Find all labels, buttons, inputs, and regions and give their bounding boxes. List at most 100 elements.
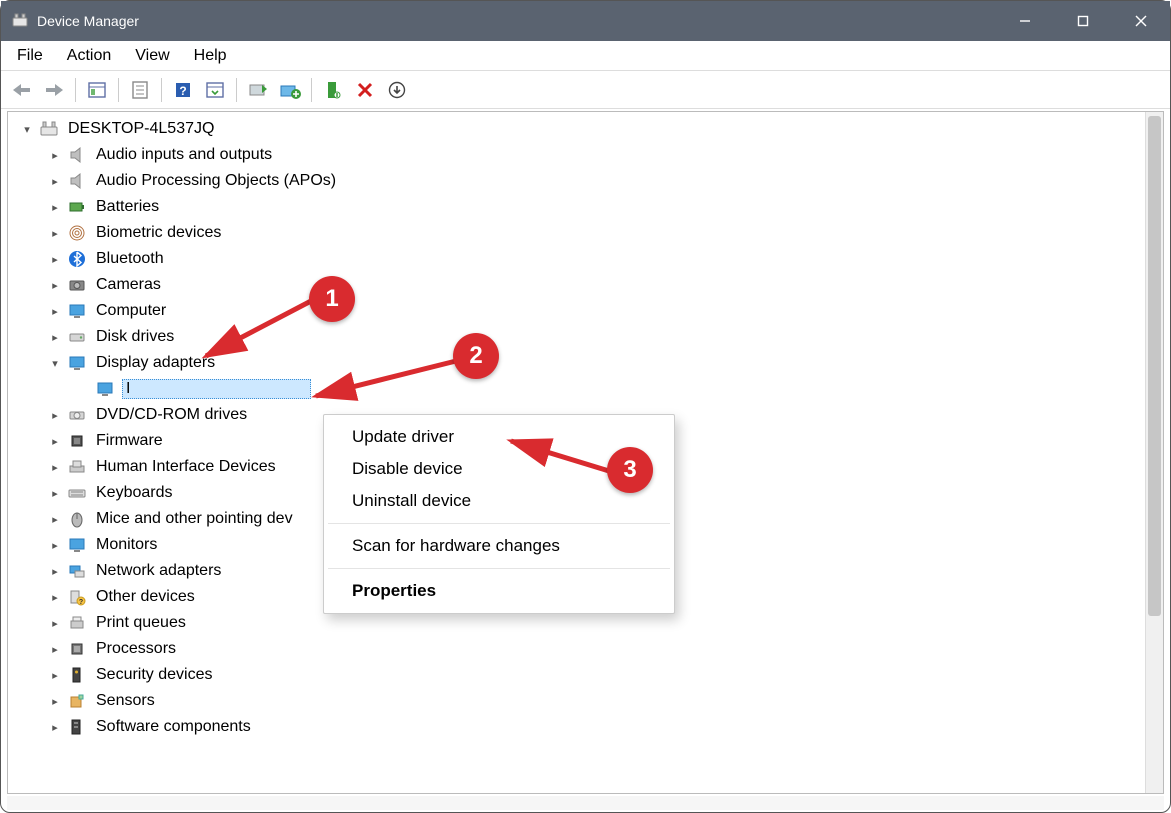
chevron-down-icon[interactable]: ▾ <box>46 354 64 372</box>
chevron-right-icon[interactable]: ▸ <box>46 146 64 164</box>
window-title: Device Manager <box>37 13 139 29</box>
chevron-right-icon[interactable]: ▸ <box>46 406 64 424</box>
tree-item-label: Audio Processing Objects (APOs) <box>94 172 338 190</box>
monitor-icon <box>94 378 116 400</box>
tree-item-label: Biometric devices <box>94 224 223 242</box>
chevron-right-icon[interactable]: ▸ <box>46 510 64 528</box>
svg-text:?: ? <box>79 599 83 606</box>
chevron-right-icon[interactable]: ▸ <box>46 458 64 476</box>
tree-root[interactable]: ▾ DESKTOP-4L537JQ <box>12 116 1163 142</box>
tree-item-apos[interactable]: ▸ Audio Processing Objects (APOs) <box>12 168 1163 194</box>
tree-item-security[interactable]: ▸ Security devices <box>12 662 1163 688</box>
root-label: DESKTOP-4L537JQ <box>66 120 216 138</box>
enable-device-button[interactable] <box>318 75 348 105</box>
toolbar-separator <box>311 78 312 102</box>
properties-button[interactable] <box>125 75 155 105</box>
tree-item-label: Processors <box>94 640 178 658</box>
chevron-right-icon[interactable]: ▸ <box>46 276 64 294</box>
chevron-right-icon[interactable]: ▸ <box>46 198 64 216</box>
disk-icon <box>66 326 88 348</box>
toolbar-separator <box>75 78 76 102</box>
show-hidden-button[interactable] <box>82 75 112 105</box>
tree-item-audio-inputs[interactable]: ▸ Audio inputs and outputs <box>12 142 1163 168</box>
sensor-icon <box>66 690 88 712</box>
chevron-right-icon[interactable]: ▸ <box>46 484 64 502</box>
tree-item-label: Computer <box>94 302 168 320</box>
close-button[interactable] <box>1112 1 1170 41</box>
monitor-icon <box>66 300 88 322</box>
bluetooth-icon <box>66 248 88 270</box>
printer-icon <box>66 612 88 634</box>
toolbar-separator <box>236 78 237 102</box>
hid-icon <box>66 456 88 478</box>
tree-item-label: Firmware <box>94 432 165 450</box>
chevron-right-icon[interactable]: ▸ <box>46 536 64 554</box>
uninstall-driver-button[interactable] <box>275 75 305 105</box>
tree-item-disk-drives[interactable]: ▸ Disk drives <box>12 324 1163 350</box>
monitor-icon <box>66 534 88 556</box>
ctx-scan-hardware[interactable]: Scan for hardware changes <box>324 530 674 562</box>
security-icon <box>66 664 88 686</box>
tree-item-processors[interactable]: ▸ Processors <box>12 636 1163 662</box>
mouse-icon <box>66 508 88 530</box>
tree-item-biometric[interactable]: ▸ Biometric devices <box>12 220 1163 246</box>
tree-item-cameras[interactable]: ▸ Cameras <box>12 272 1163 298</box>
tree-item-label: Mice and other pointing dev <box>94 510 295 528</box>
toolbar-separator <box>161 78 162 102</box>
chevron-right-icon[interactable]: ▸ <box>46 666 64 684</box>
menu-help[interactable]: Help <box>182 41 239 70</box>
chevron-right-icon[interactable]: ▸ <box>46 588 64 606</box>
vertical-scrollbar[interactable] <box>1145 112 1163 793</box>
tree-item-batteries[interactable]: ▸ Batteries <box>12 194 1163 220</box>
chevron-down-icon[interactable]: ▾ <box>18 120 36 138</box>
tree-item-bluetooth[interactable]: ▸ Bluetooth <box>12 246 1163 272</box>
camera-icon <box>66 274 88 296</box>
chevron-right-icon[interactable]: ▸ <box>46 302 64 320</box>
maximize-button[interactable] <box>1054 1 1112 41</box>
speaker-icon <box>66 170 88 192</box>
tree-item-label: DVD/CD-ROM drives <box>94 406 249 424</box>
tree-item-computer[interactable]: ▸ Computer <box>12 298 1163 324</box>
scroll-down-button[interactable] <box>382 75 412 105</box>
update-driver-button[interactable] <box>243 75 273 105</box>
disable-device-button[interactable] <box>350 75 380 105</box>
monitor-icon <box>66 352 88 374</box>
tree-item-display-adapters[interactable]: ▾ Display adapters <box>12 350 1163 376</box>
chevron-right-icon[interactable]: ▸ <box>46 250 64 268</box>
tree-item-label: Print queues <box>94 614 188 632</box>
toolbar-separator <box>118 78 119 102</box>
chevron-right-icon[interactable]: ▸ <box>46 640 64 658</box>
chevron-right-icon[interactable]: ▸ <box>46 692 64 710</box>
chevron-right-icon[interactable]: ▸ <box>46 614 64 632</box>
help-button[interactable]: ? <box>168 75 198 105</box>
tree-item-sensors[interactable]: ▸ Sensors <box>12 688 1163 714</box>
menu-view[interactable]: View <box>123 41 181 70</box>
chevron-right-icon[interactable]: ▸ <box>46 224 64 242</box>
chevron-right-icon[interactable]: ▸ <box>46 562 64 580</box>
tree-item-label: Batteries <box>94 198 161 216</box>
menu-file[interactable]: File <box>5 41 55 70</box>
tree-item-label: Keyboards <box>94 484 175 502</box>
chevron-right-icon[interactable]: ▸ <box>46 718 64 736</box>
svg-text:?: ? <box>179 84 186 98</box>
tree-item-software-components[interactable]: ▸ Software components <box>12 714 1163 740</box>
annotation-arrow-3 <box>499 431 619 486</box>
back-button[interactable] <box>7 75 37 105</box>
scan-button[interactable] <box>200 75 230 105</box>
chevron-right-icon[interactable]: ▸ <box>46 172 64 190</box>
ctx-properties[interactable]: Properties <box>324 575 674 607</box>
tree-item-label: Network adapters <box>94 562 223 580</box>
fingerprint-icon <box>66 222 88 244</box>
tree-item-label: Human Interface Devices <box>94 458 278 476</box>
scrollbar-thumb[interactable] <box>1148 116 1161 616</box>
tree-item-label: Disk drives <box>94 328 176 346</box>
chevron-right-icon[interactable]: ▸ <box>46 432 64 450</box>
tree-item-label: Bluetooth <box>94 250 166 268</box>
minimize-button[interactable] <box>996 1 1054 41</box>
forward-button[interactable] <box>39 75 69 105</box>
chip-icon <box>66 430 88 452</box>
chevron-right-icon[interactable]: ▸ <box>46 328 64 346</box>
menu-action[interactable]: Action <box>55 41 123 70</box>
tree-item-display-adapter-child[interactable]: I <box>12 376 1163 402</box>
title-bar: Device Manager <box>1 1 1170 41</box>
